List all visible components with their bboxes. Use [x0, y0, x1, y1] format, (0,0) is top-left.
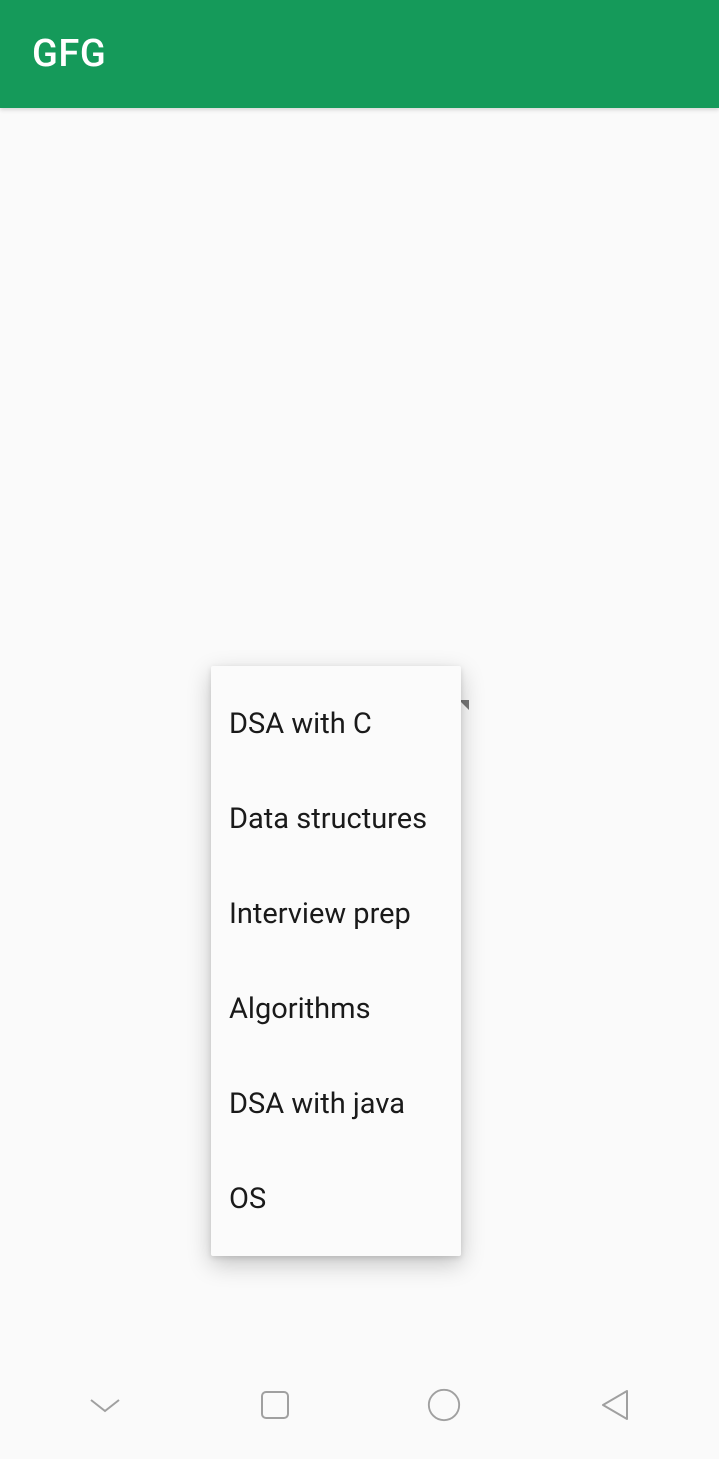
- dropdown-menu: DSA with C Data structures Interview pre…: [211, 666, 461, 1256]
- home-icon[interactable]: [426, 1387, 462, 1423]
- system-nav-bar: [0, 1351, 719, 1459]
- app-title: GFG: [32, 32, 106, 76]
- dropdown-item-algorithms[interactable]: Algorithms: [211, 961, 461, 1056]
- dropdown-item-dsa-c[interactable]: DSA with C: [211, 676, 461, 771]
- dropdown-item-interview-prep[interactable]: Interview prep: [211, 866, 461, 961]
- back-icon[interactable]: [596, 1387, 632, 1423]
- chevron-down-icon[interactable]: [87, 1387, 123, 1423]
- dropdown-item-data-structures[interactable]: Data structures: [211, 771, 461, 866]
- dropdown-item-os[interactable]: OS: [211, 1151, 461, 1246]
- app-bar: GFG: [0, 0, 719, 108]
- recent-apps-icon[interactable]: [257, 1387, 293, 1423]
- dropdown-item-dsa-java[interactable]: DSA with java: [211, 1056, 461, 1151]
